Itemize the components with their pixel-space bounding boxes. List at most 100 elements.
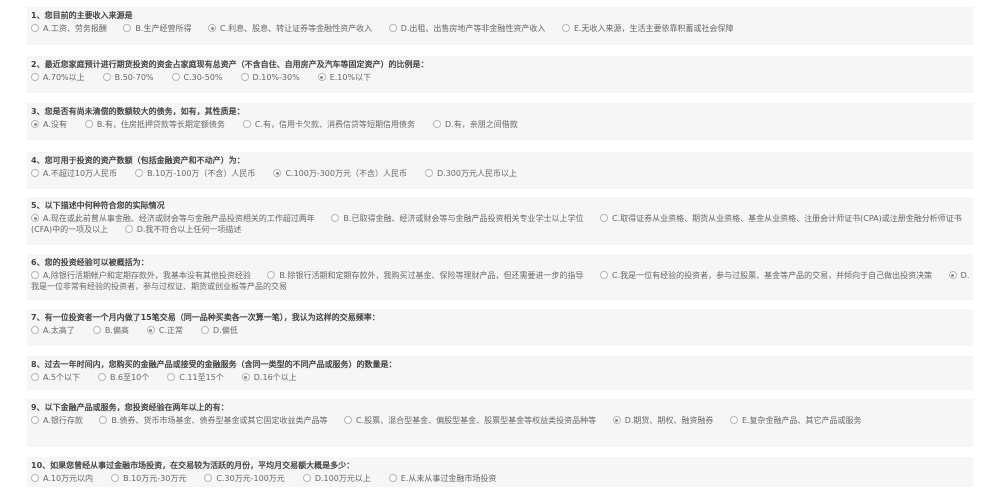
answer-option[interactable]: D.有，亲朋之间借款 [433,119,518,130]
radio-unselected-icon[interactable] [124,225,133,233]
answer-option[interactable]: E.无收入来源，生活主要依靠积蓄或社会保障 [561,24,734,33]
answer-option[interactable]: D.16个以上 [241,372,297,383]
radio-selected-icon[interactable] [146,326,155,334]
radio-unselected-icon[interactable] [240,73,249,81]
radio-unselected-icon[interactable] [331,214,340,222]
radio-selected-icon[interactable] [273,169,282,177]
answer-option[interactable]: E.复杂金融产品、其它产品或服务 [729,416,862,425]
radio-unselected-icon[interactable] [600,214,608,222]
answer-option[interactable]: C.我是一位有经验的投资者，参与过股票、基金等产品的交易，并倾向于自己做出投资决… [600,271,932,280]
option-label: C.正常 [158,326,184,335]
option-label: E.从未从事过金融市场投资 [400,474,497,483]
answer-option[interactable]: B.10万-100万（不含）人民币 [135,168,255,179]
answer-option[interactable]: C.正常 [146,325,184,336]
answer-option[interactable]: C.30-50% [171,72,223,83]
radio-selected-icon[interactable] [241,373,250,381]
answer-option[interactable]: B.生产经营所得 [123,24,191,33]
option-label: B.10万-100万（不含）人民币 [147,169,256,178]
question-block: 8、过去一年时间内，您购买的金融产品或接受的金融服务（含同一类型的不同产品或服务… [27,356,973,390]
radio-unselected-icon[interactable] [31,24,39,32]
answer-options: A.银行存款 B.债券、货币市场基金、债券型基金或其它固定收益类产品等 C.股票… [31,415,973,426]
answer-option[interactable]: C.30万元-100万元 [204,473,285,484]
radio-selected-icon[interactable] [612,416,621,424]
radio-unselected-icon[interactable] [201,326,210,334]
radio-selected-icon[interactable] [31,214,39,222]
radio-unselected-icon[interactable] [123,24,132,32]
option-label: B.债券、货币市场基金、债券型基金或其它固定收益类产品等 [111,416,328,425]
answer-option[interactable]: C.股票、混合型基金、偏股型基金、股票型基金等权益类投资品种等 [344,416,596,425]
answer-option[interactable]: B.6至10个 [97,372,149,383]
radio-unselected-icon[interactable] [31,169,39,177]
radio-unselected-icon[interactable] [388,24,397,32]
radio-unselected-icon[interactable] [102,73,111,81]
radio-unselected-icon[interactable] [600,271,608,279]
radio-unselected-icon[interactable] [31,326,39,334]
radio-unselected-icon[interactable] [31,73,39,81]
option-label: B.偏高 [104,326,129,335]
radio-unselected-icon[interactable] [135,169,144,177]
answer-option[interactable]: E.从未从事过金融市场投资 [388,473,497,484]
question-title: 9、以下金融产品或服务，您投资经验在两年以上的有： [31,403,229,412]
radio-unselected-icon[interactable] [171,73,180,81]
radio-unselected-icon[interactable] [433,120,442,128]
radio-unselected-icon[interactable] [267,271,276,279]
answer-option[interactable]: C.100万-300万元（不含）人民币 [273,168,407,179]
answer-option[interactable]: A.现在或此前曾从事金融、经济或财会等与金融产品投资相关的工作超过两年 [31,214,315,223]
option-label: A.70%以上 [43,73,85,82]
answer-option[interactable]: B.债券、货币市场基金、债券型基金或其它固定收益类产品等 [99,416,327,425]
radio-unselected-icon[interactable] [31,373,39,381]
answer-option[interactable]: D.100万元以上 [302,473,371,484]
radio-unselected-icon[interactable] [31,416,39,424]
radio-unselected-icon[interactable] [425,169,433,177]
radio-unselected-icon[interactable] [729,416,738,424]
radio-unselected-icon[interactable] [31,474,39,482]
answer-option[interactable]: D.期货、期权、融资融券 [612,416,713,425]
option-label: B.有，住房抵押贷款等长期定额债务 [96,120,225,129]
radio-unselected-icon[interactable] [97,373,106,381]
answer-option[interactable]: E.10%以下 [317,72,371,83]
radio-unselected-icon[interactable] [99,416,108,424]
radio-selected-icon[interactable] [948,271,957,279]
answer-option[interactable]: A.5个以下 [31,372,80,383]
answer-option[interactable]: A.太高了 [31,325,75,336]
answer-option[interactable]: A.不超过10万人民币 [31,168,117,179]
answer-option[interactable]: D.10%-30% [240,72,300,83]
answer-option[interactable]: D.出租、出售房地产等非金融性资产收入 [388,24,545,33]
answer-option[interactable]: B.10万元-30万元 [111,473,186,484]
answer-option[interactable]: D.我不符合以上任何一项描述 [124,225,241,234]
radio-unselected-icon[interactable] [167,373,176,381]
radio-unselected-icon[interactable] [92,326,101,334]
answer-option[interactable]: B.有，住房抵押贷款等长期定额债务 [84,119,225,130]
radio-selected-icon[interactable] [208,24,216,32]
radio-selected-icon[interactable] [317,73,326,81]
radio-unselected-icon[interactable] [31,271,39,279]
answer-option[interactable]: B.偏高 [92,325,129,336]
question-block: 4、您可用于投资的资产数额（包括金融资产和不动产）为： A.不超过10万人民币 B.… [27,152,973,189]
answer-option[interactable]: A.10万元以内 [31,473,93,484]
answer-option[interactable]: A.工资、劳务报酬 [31,24,107,33]
radio-unselected-icon[interactable] [344,416,352,424]
answer-option[interactable]: B.除银行活期和定期存款外，我购买过基金、保险等理财产品，但还需要进一步的指导 [267,271,583,280]
radio-unselected-icon[interactable] [388,474,397,482]
answer-option[interactable]: D.偏低 [201,325,238,336]
answer-option[interactable]: A.除银行活期帐户和定期存款外，我基本没有其他投资经验 [31,271,251,280]
answer-option[interactable]: C.11至15个 [167,372,224,383]
radio-unselected-icon[interactable] [111,474,120,482]
radio-unselected-icon[interactable] [84,120,93,128]
radio-unselected-icon[interactable] [242,120,251,128]
answer-option[interactable]: A.银行存款 [31,416,83,425]
radio-selected-icon[interactable] [31,120,39,128]
answer-option[interactable]: D.300万元人民币以上 [425,168,517,179]
answer-option[interactable]: B.50-70% [102,72,154,83]
answer-option[interactable]: A.70%以上 [31,72,85,83]
radio-unselected-icon[interactable] [204,474,213,482]
answer-option[interactable]: A.没有 [31,119,67,130]
answer-option[interactable]: C.有，信用卡欠款、消费信贷等短期信用债务 [242,119,415,130]
question-title: 5、以下描述中何种符合您的实际情况 [31,201,165,210]
radio-unselected-icon[interactable] [561,24,570,32]
radio-unselected-icon[interactable] [302,474,311,482]
answer-option[interactable]: B.已取得金融、经济或财会等与金融产品投资相关专业学士以上学位 [331,214,583,223]
option-label: C.30-50% [183,73,223,82]
answer-option[interactable]: C.利息、股息、转让证券等金融性资产收入 [208,24,372,33]
answer-options: A.70%以上 B.50-70% C.30-50% D.10%-30% E.10%以下 [31,72,973,83]
